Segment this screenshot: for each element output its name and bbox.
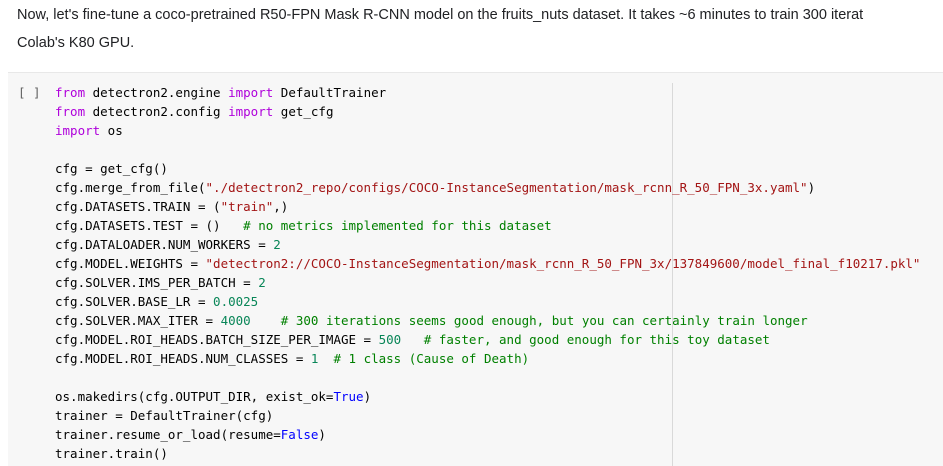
- code-text: cfg.SOLVER.IMS_PER_BATCH =: [55, 275, 259, 290]
- code-line: cfg.MODEL.ROI_HEADS.NUM_CLASSES = 1 # 1 …: [55, 349, 920, 368]
- code-keyword: import: [228, 104, 274, 119]
- code-text: cfg.DATASETS.TRAIN = (: [55, 199, 221, 214]
- code-text: ): [807, 180, 816, 195]
- code-number: 500: [378, 332, 402, 347]
- code-text: ): [318, 427, 326, 442]
- run-cell-button[interactable]: [ ]: [18, 85, 41, 100]
- code-number: 2: [273, 237, 281, 252]
- code-string: "detectron2://COCO-InstanceSegmentation/…: [205, 256, 921, 271]
- code-string: "train": [220, 199, 274, 214]
- code-cell[interactable]: [ ] from detectron2.engine import Defaul…: [8, 72, 943, 466]
- code-line: cfg = get_cfg(): [55, 159, 920, 178]
- code-line: cfg.DATASETS.TEST = () # no metrics impl…: [55, 216, 920, 235]
- code-number: 0.0025: [213, 294, 259, 309]
- code-comment: # 300 iterations seems good enough, but …: [280, 313, 808, 328]
- code-text: get_cfg: [273, 104, 334, 119]
- code-comment: # faster, and good enough for this toy d…: [423, 332, 770, 347]
- description-line-1: Now, let's fine-tune a coco-pretrained R…: [17, 7, 864, 23]
- code-text: cfg.DATALOADER.NUM_WORKERS =: [55, 237, 274, 252]
- code-line: cfg.merge_from_file("./detectron2_repo/c…: [55, 178, 920, 197]
- code-keyword: import: [228, 85, 274, 100]
- code-text: cfg.MODEL.WEIGHTS =: [55, 256, 206, 271]
- code-text: trainer.resume_or_load(resume=: [55, 427, 281, 442]
- code-text: trainer.train(): [55, 446, 168, 461]
- code-text: ,): [273, 199, 289, 214]
- code-editor[interactable]: from detectron2.engine import DefaultTra…: [55, 83, 920, 463]
- code-line: import os: [55, 121, 920, 140]
- code-line: cfg.MODEL.ROI_HEADS.BATCH_SIZE_PER_IMAGE…: [55, 330, 920, 349]
- code-text: cfg = get_cfg(): [55, 161, 168, 176]
- code-comment: # 1 class (Cause of Death): [333, 351, 530, 366]
- markdown-text-cell: Now, let's fine-tune a coco-pretrained R…: [17, 0, 943, 57]
- code-line: cfg.DATALOADER.NUM_WORKERS = 2: [55, 235, 920, 254]
- code-keyword: import: [55, 123, 101, 138]
- code-text: os: [100, 123, 123, 138]
- code-number: 2: [258, 275, 266, 290]
- code-text: ): [363, 389, 372, 404]
- code-text: cfg.MODEL.ROI_HEADS.NUM_CLASSES =: [55, 351, 311, 366]
- code-text: os.makedirs(cfg.OUTPUT_DIR, exist_ok=: [55, 389, 334, 404]
- code-line: trainer.resume_or_load(resume=False): [55, 425, 920, 444]
- code-text: cfg.SOLVER.BASE_LR =: [55, 294, 214, 309]
- code-number: 4000: [220, 313, 251, 328]
- code-keyword: from: [55, 85, 86, 100]
- code-line: trainer.train(): [55, 444, 920, 463]
- code-constant: False: [280, 427, 319, 442]
- code-line: trainer = DefaultTrainer(cfg): [55, 406, 920, 425]
- code-string: "./detectron2_repo/configs/COCO-Instance…: [205, 180, 808, 195]
- code-line: cfg.SOLVER.BASE_LR = 0.0025: [55, 292, 920, 311]
- code-text: cfg.merge_from_file(: [55, 180, 206, 195]
- code-constant: True: [333, 389, 364, 404]
- code-line: cfg.SOLVER.MAX_ITER = 4000 # 300 iterati…: [55, 311, 920, 330]
- description-line-2: Colab's K80 GPU.: [17, 35, 135, 51]
- code-line: os.makedirs(cfg.OUTPUT_DIR, exist_ok=Tru…: [55, 387, 920, 406]
- code-keyword: from: [55, 104, 86, 119]
- code-text: detectron2.engine: [85, 85, 229, 100]
- code-line: from detectron2.config import get_cfg: [55, 102, 920, 121]
- code-line: cfg.SOLVER.IMS_PER_BATCH = 2: [55, 273, 920, 292]
- code-text: trainer = DefaultTrainer(cfg): [55, 408, 274, 423]
- code-text: detectron2.config: [85, 104, 229, 119]
- code-text: cfg.SOLVER.MAX_ITER =: [55, 313, 221, 328]
- code-text: cfg.DATASETS.TEST = (): [55, 218, 244, 233]
- code-comment: # no metrics implemented for this datase…: [243, 218, 552, 233]
- code-line: cfg.DATASETS.TRAIN = ("train",): [55, 197, 920, 216]
- code-text: cfg.MODEL.ROI_HEADS.BATCH_SIZE_PER_IMAGE…: [55, 332, 379, 347]
- code-line: from detectron2.engine import DefaultTra…: [55, 83, 920, 102]
- code-text: DefaultTrainer: [273, 85, 387, 100]
- code-line: cfg.MODEL.WEIGHTS = "detectron2://COCO-I…: [55, 254, 920, 273]
